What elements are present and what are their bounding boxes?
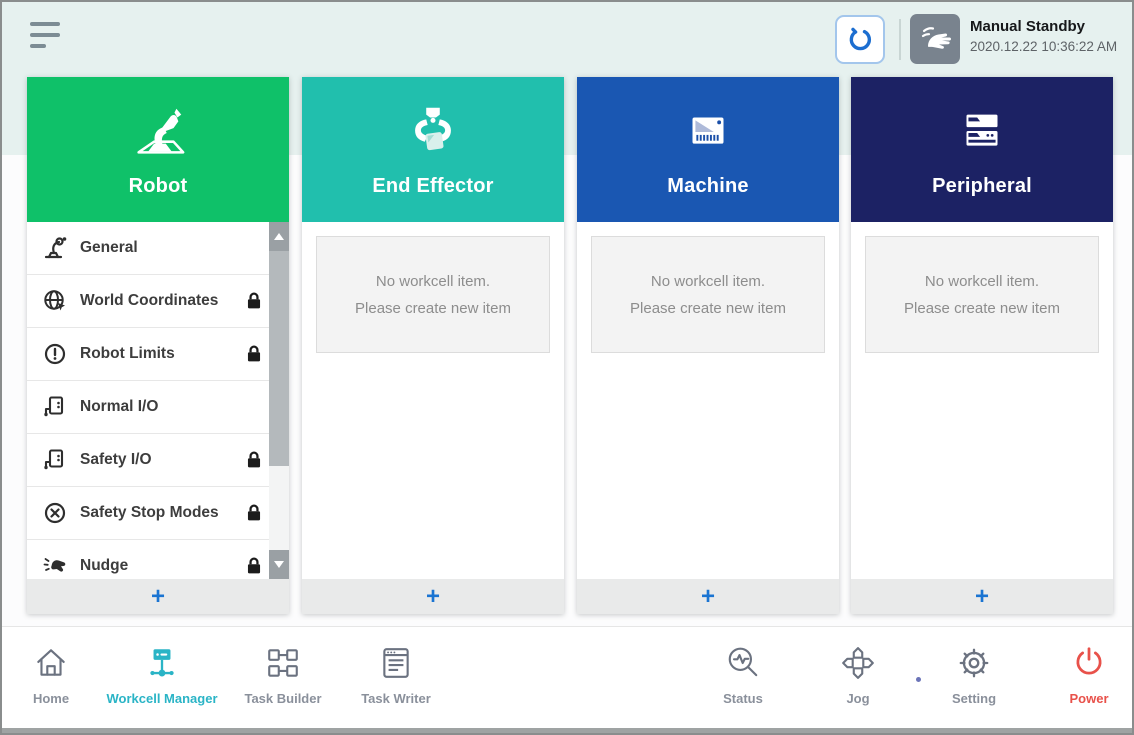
lock-icon — [246, 504, 262, 523]
end-effector-column: End Effector No workcell item. Please cr… — [302, 77, 564, 614]
safety-io-icon — [42, 447, 68, 473]
lock-icon — [246, 345, 262, 364]
safety-stop-icon — [42, 500, 68, 526]
machine-column-body: No workcell item. Please create new item… — [577, 222, 839, 614]
plus-icon: + — [701, 583, 715, 611]
robot-mode-label: Manual Standby — [970, 18, 1117, 35]
jog-icon — [840, 645, 876, 681]
nav-task-writer[interactable]: Task Writer — [326, 645, 466, 706]
list-item-normal-io[interactable]: Normal I/O — [27, 381, 289, 434]
scroll-up-icon — [274, 233, 284, 240]
list-item-general[interactable]: General — [27, 222, 289, 275]
robot-status: Manual Standby 2020.12.22 10:36:22 AM — [970, 18, 1117, 54]
empty-workcell-panel: No workcell item. Please create new item — [865, 236, 1099, 353]
bottom-navigation: Home Workcell Manager — [2, 626, 1132, 733]
list-item-safety-io[interactable]: Safety I/O — [27, 434, 289, 487]
nav-workcell-manager[interactable]: Workcell Manager — [92, 645, 232, 706]
robot-list-scrollbar[interactable] — [269, 222, 289, 579]
robot-item-list: General World Coordinates — [27, 222, 289, 579]
machine-column-title: Machine — [667, 175, 748, 198]
nudge-icon — [42, 553, 68, 579]
robot-column-body: General World Coordinates — [27, 222, 289, 614]
empty-workcell-panel: No workcell item. Please create new item — [591, 236, 825, 353]
lock-icon — [246, 557, 262, 576]
scroll-down-icon — [274, 561, 284, 568]
home-icon — [33, 645, 69, 681]
end-effector-column-header[interactable]: End Effector — [302, 77, 564, 222]
hamburger-menu-icon — [30, 22, 60, 26]
menu-button[interactable] — [30, 20, 66, 56]
header-divider — [899, 19, 901, 60]
list-item-robot-limits[interactable]: Robot Limits — [27, 328, 289, 381]
plus-icon: + — [426, 583, 440, 611]
peripheral-column: Peripheral No workcell item. Please crea… — [851, 77, 1113, 614]
robot-column-header[interactable]: Robot — [27, 77, 289, 222]
end-effector-icon — [402, 101, 464, 163]
robot-limits-icon — [42, 341, 68, 367]
nav-power[interactable]: Power — [1019, 645, 1134, 706]
machine-column-header[interactable]: Machine — [577, 77, 839, 222]
end-effector-column-title: End Effector — [372, 175, 493, 198]
machine-add-button[interactable]: + — [577, 579, 839, 614]
list-item-safety-stop-modes[interactable]: Safety Stop Modes — [27, 487, 289, 540]
world-coordinates-icon — [42, 288, 68, 314]
scrollbar-thumb[interactable] — [269, 251, 289, 466]
list-item-nudge[interactable]: Nudge — [27, 540, 289, 579]
peripheral-column-header[interactable]: Peripheral — [851, 77, 1113, 222]
machine-column: Machine No workcell item. Please create … — [577, 77, 839, 614]
robot-add-button[interactable]: + — [27, 579, 289, 614]
peripheral-icon — [951, 101, 1013, 163]
plus-icon: + — [975, 583, 989, 611]
empty-workcell-panel: No workcell item. Please create new item — [316, 236, 550, 353]
machine-icon — [677, 101, 739, 163]
list-item-world-coordinates[interactable]: World Coordinates — [27, 275, 289, 328]
general-icon — [42, 235, 68, 261]
status-timestamp: 2020.12.22 10:36:22 AM — [970, 39, 1117, 54]
scroll-up-button[interactable] — [269, 222, 289, 251]
task-builder-icon — [265, 645, 301, 681]
manual-hand-icon — [917, 21, 953, 57]
gripper-tool-icon — [846, 26, 874, 54]
lock-icon — [246, 451, 262, 470]
workcell-manager-screen: Manual Standby 2020.12.22 10:36:22 AM Ro… — [0, 0, 1134, 735]
setting-icon — [956, 645, 992, 681]
status-icon — [725, 645, 761, 681]
robot-arm-icon — [127, 101, 189, 163]
robot-column: Robot General — [27, 77, 289, 614]
power-icon — [1071, 645, 1107, 681]
workcell-manager-icon — [144, 645, 180, 681]
peripheral-column-title: Peripheral — [932, 175, 1032, 198]
peripheral-add-button[interactable]: + — [851, 579, 1113, 614]
end-effector-column-body: No workcell item. Please create new item… — [302, 222, 564, 614]
task-writer-icon — [378, 645, 414, 681]
lock-icon — [246, 292, 262, 311]
scroll-down-button[interactable] — [269, 550, 289, 579]
robot-mode-badge[interactable] — [910, 14, 960, 64]
peripheral-column-body: No workcell item. Please create new item… — [851, 222, 1113, 614]
normal-io-icon — [42, 394, 68, 420]
plus-icon: + — [151, 583, 165, 611]
robot-column-title: Robot — [129, 175, 188, 198]
end-effector-add-button[interactable]: + — [302, 579, 564, 614]
robot-tool-button[interactable] — [835, 15, 885, 64]
